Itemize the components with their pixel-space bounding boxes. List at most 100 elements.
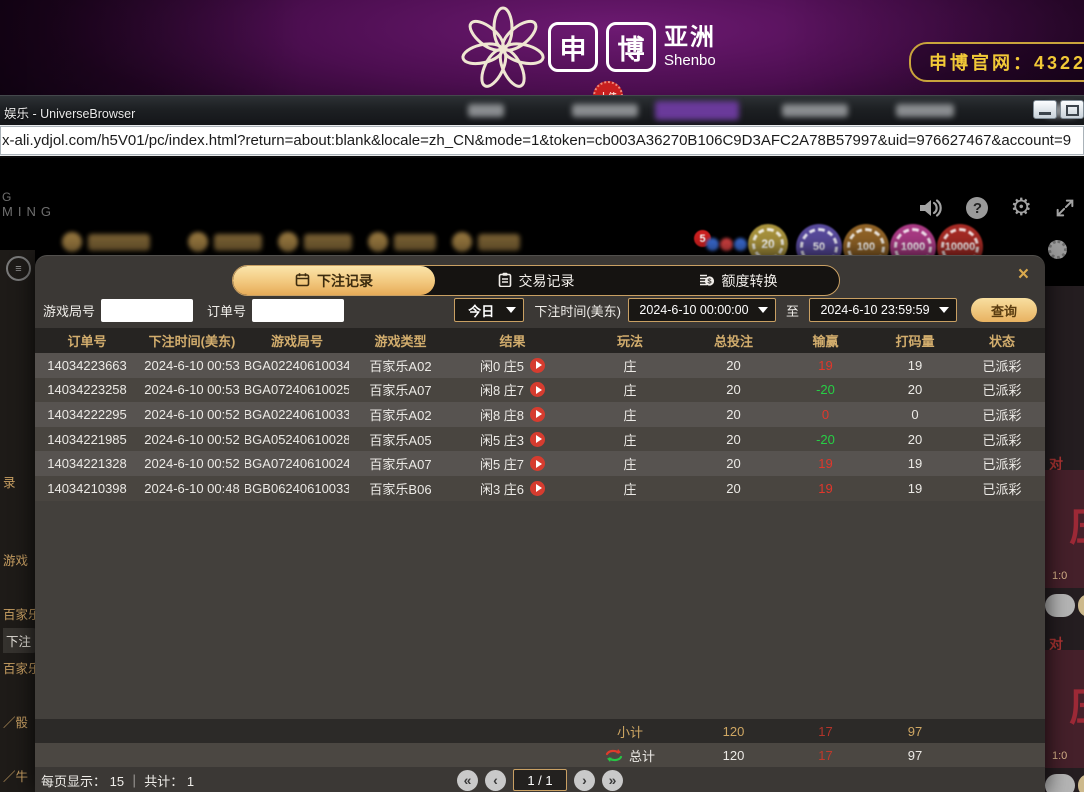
sidebar-item[interactable]: 下注 <box>3 628 38 653</box>
cell-game: 百家乐A07 <box>369 457 432 473</box>
page-indicator: 1 / 1 <box>513 769 567 791</box>
cell-status: 已派彩 <box>982 457 1022 473</box>
first-page-button[interactable]: « <box>457 769 478 791</box>
search-button[interactable]: 查询 <box>971 298 1037 322</box>
blurred-category-icon <box>188 232 208 252</box>
blurred-category-item <box>394 234 436 251</box>
cell-time: 2024-6-10 00:48 <box>144 480 240 496</box>
game-round-label: 游戏局号 <box>43 303 96 319</box>
column-header: 游戏类型 <box>374 334 427 349</box>
replay-play-icon[interactable] <box>530 431 546 447</box>
table-header: 订单号 下注时间(美东) 游戏局号 游戏类型 结果 玩法 总投注 输赢 打码量 状态 <box>35 328 1045 353</box>
range-select[interactable]: 今日 <box>454 298 525 322</box>
bet-panel[interactable]: 庄 1:0 <box>1045 470 1084 588</box>
cell-turnover: 19 <box>907 456 923 472</box>
replay-play-icon[interactable] <box>530 406 546 422</box>
cell-turnover: 20 <box>907 382 923 398</box>
bet-pill[interactable] <box>1045 774 1075 792</box>
game-round-input[interactable] <box>101 298 194 322</box>
cell-bet: 20 <box>726 431 741 447</box>
brand-en-label: Shenbo <box>664 52 716 69</box>
column-header: 游戏局号 <box>270 334 323 349</box>
sidebar-item[interactable]: 游戏 <box>3 550 28 569</box>
table-row[interactable]: 14034221985 2024-6-10 00:52 BGA05240610028… <box>35 426 1045 452</box>
url-field[interactable]: x-ali.ydjol.com/h5V01/pc/index.html?retu… <box>0 126 1084 155</box>
cell-round: BGB06240610033 <box>245 480 349 496</box>
tab-quota-transfer[interactable]: $ 额度转换 <box>637 266 839 295</box>
settings-gear-icon[interactable]: ⚙ <box>1010 196 1032 220</box>
table-row[interactable]: 14034223663 2024-6-10 00:53 BGA02240610034… <box>35 353 1045 378</box>
cell-round: BGA02240610033 <box>245 406 349 422</box>
blurred-nav-item <box>655 101 739 120</box>
cell-time: 2024-6-10 00:52 <box>144 456 240 472</box>
blurred-nav-item <box>468 104 504 117</box>
replay-play-icon[interactable] <box>530 456 546 472</box>
provider-logo-line1: G <box>2 190 12 204</box>
close-icon[interactable]: × <box>1018 264 1029 286</box>
table-row[interactable]: 14034222295 2024-6-10 00:52 BGA02240610033… <box>35 402 1045 427</box>
page-size-text: 每页显示： 15 ｜ 共计： 1 <box>41 773 195 789</box>
cell-order: 14034223663 <box>47 357 127 373</box>
brand-lockup: 申 博 亚洲 Shenbo <box>548 22 716 72</box>
blurred-category-item <box>88 234 150 251</box>
cell-round: BGA07240610024 <box>245 456 349 472</box>
minimize-button[interactable] <box>1033 100 1057 119</box>
bet-panel[interactable]: 庄 1:0 <box>1045 650 1084 768</box>
to-datetime-value: 2024-6-10 23:59:59 <box>820 303 930 317</box>
sidebar-item[interactable]: ／牛 <box>3 766 28 785</box>
cell-result: 闲8 庄7 <box>452 378 573 403</box>
cell-status: 已派彩 <box>982 481 1022 497</box>
table-empty-area <box>35 500 1045 719</box>
fullscreen-icon[interactable] <box>1054 197 1076 219</box>
cell-game: 百家乐A02 <box>369 407 432 423</box>
help-icon[interactable]: ? <box>966 197 989 219</box>
from-datetime-select[interactable]: 2024-6-10 00:00:00 <box>627 298 776 322</box>
bet-pill[interactable] <box>1078 774 1084 792</box>
to-datetime-select[interactable]: 2024-6-10 23:59:59 <box>809 298 957 322</box>
next-page-button[interactable]: › <box>574 769 595 791</box>
replay-play-icon[interactable] <box>530 357 546 373</box>
browser-urlbar: x-ali.ydjol.com/h5V01/pc/index.html?retu… <box>0 125 1084 158</box>
cell-play: 庄 <box>623 457 637 473</box>
bet-pill[interactable] <box>1078 594 1084 617</box>
sidebar-item[interactable]: 录 <box>3 472 16 491</box>
table-row[interactable]: 14034221328 2024-6-10 00:52 BGA07240610024… <box>35 451 1045 476</box>
sidebar-item[interactable]: ／骰 <box>3 712 28 731</box>
table-body: 14034223663 2024-6-10 00:53 BGA02240610034… <box>35 353 1045 501</box>
tab-label: 交易记录 <box>518 272 575 289</box>
last-page-button[interactable]: » <box>602 769 623 791</box>
total-row: 总计 120 17 97 <box>35 743 1045 767</box>
bet-pill[interactable] <box>1045 594 1075 617</box>
window-title: 娱乐 - UniverseBrowser <box>4 107 136 121</box>
dialog-footer: 每页显示： 15 ｜ 共计： 1 « ‹ 1 / 1 › » <box>35 767 1045 792</box>
subtotal-label: 小计 <box>616 724 643 740</box>
cell-bet: 20 <box>726 456 741 472</box>
gray-chip-icon[interactable] <box>1048 240 1067 259</box>
menu-icon[interactable]: ≡ <box>6 256 31 281</box>
replay-play-icon[interactable] <box>530 480 546 496</box>
table-row[interactable]: 14034223258 2024-6-10 00:53 BGA07240610025… <box>35 377 1045 403</box>
prev-page-button[interactable]: ‹ <box>485 769 506 791</box>
order-no-input[interactable] <box>252 298 345 322</box>
replay-play-icon[interactable] <box>530 382 546 398</box>
cell-bet: 20 <box>726 406 741 422</box>
maximize-button[interactable] <box>1060 100 1084 119</box>
subtotal-win: 17 <box>818 723 833 739</box>
brand-region-label: 亚洲 <box>664 24 716 51</box>
mini-chip-icon <box>734 238 747 251</box>
cell-round: BGA05240610028 <box>245 431 349 447</box>
tab-bet-records[interactable]: 下注记录 <box>233 266 435 295</box>
tab-transaction-records[interactable]: 交易记录 <box>435 266 637 295</box>
column-header: 玩法 <box>616 334 643 349</box>
sound-icon[interactable] <box>918 197 944 219</box>
cell-bet: 20 <box>726 382 741 398</box>
table-row[interactable]: 14034210398 2024-6-10 00:48 BGB06240610033… <box>35 475 1045 501</box>
total-bet: 120 <box>722 747 745 763</box>
cell-bet: 20 <box>726 357 741 373</box>
blurred-category-icon <box>452 232 472 252</box>
cell-time: 2024-6-10 00:52 <box>144 406 240 422</box>
